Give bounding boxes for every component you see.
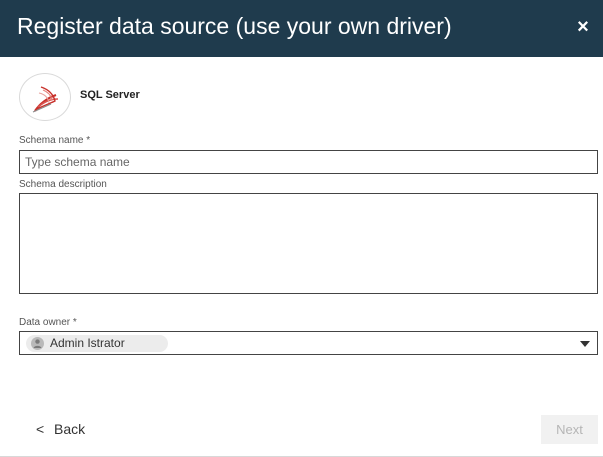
schema-description-label: Schema description [19, 179, 107, 190]
data-owner-value: Admin Istrator [50, 336, 125, 350]
sql-server-logo-graphic [32, 86, 59, 113]
data-owner-select[interactable]: Admin Istrator [19, 331, 598, 355]
back-button[interactable]: < Back [36, 421, 85, 437]
chevron-left-icon: < [36, 421, 45, 437]
next-button[interactable]: Next [541, 415, 598, 444]
register-data-source-dialog: Register data source (use your own drive… [0, 0, 603, 457]
close-icon[interactable]: × [573, 17, 593, 37]
data-owner-label: Data owner * [19, 317, 77, 328]
dialog-header: Register data source (use your own drive… [0, 0, 603, 57]
schema-name-input[interactable] [19, 150, 598, 174]
sql-server-logo-icon [19, 73, 71, 121]
schema-name-label: Schema name * [19, 135, 91, 146]
chevron-down-icon[interactable] [580, 341, 590, 347]
schema-description-textarea[interactable] [19, 193, 598, 294]
data-source-name: SQL Server [80, 89, 140, 101]
dialog-title: Register data source (use your own drive… [17, 13, 452, 39]
data-owner-chip: Admin Istrator [26, 335, 168, 352]
back-label: Back [54, 421, 86, 437]
user-icon [31, 337, 44, 350]
